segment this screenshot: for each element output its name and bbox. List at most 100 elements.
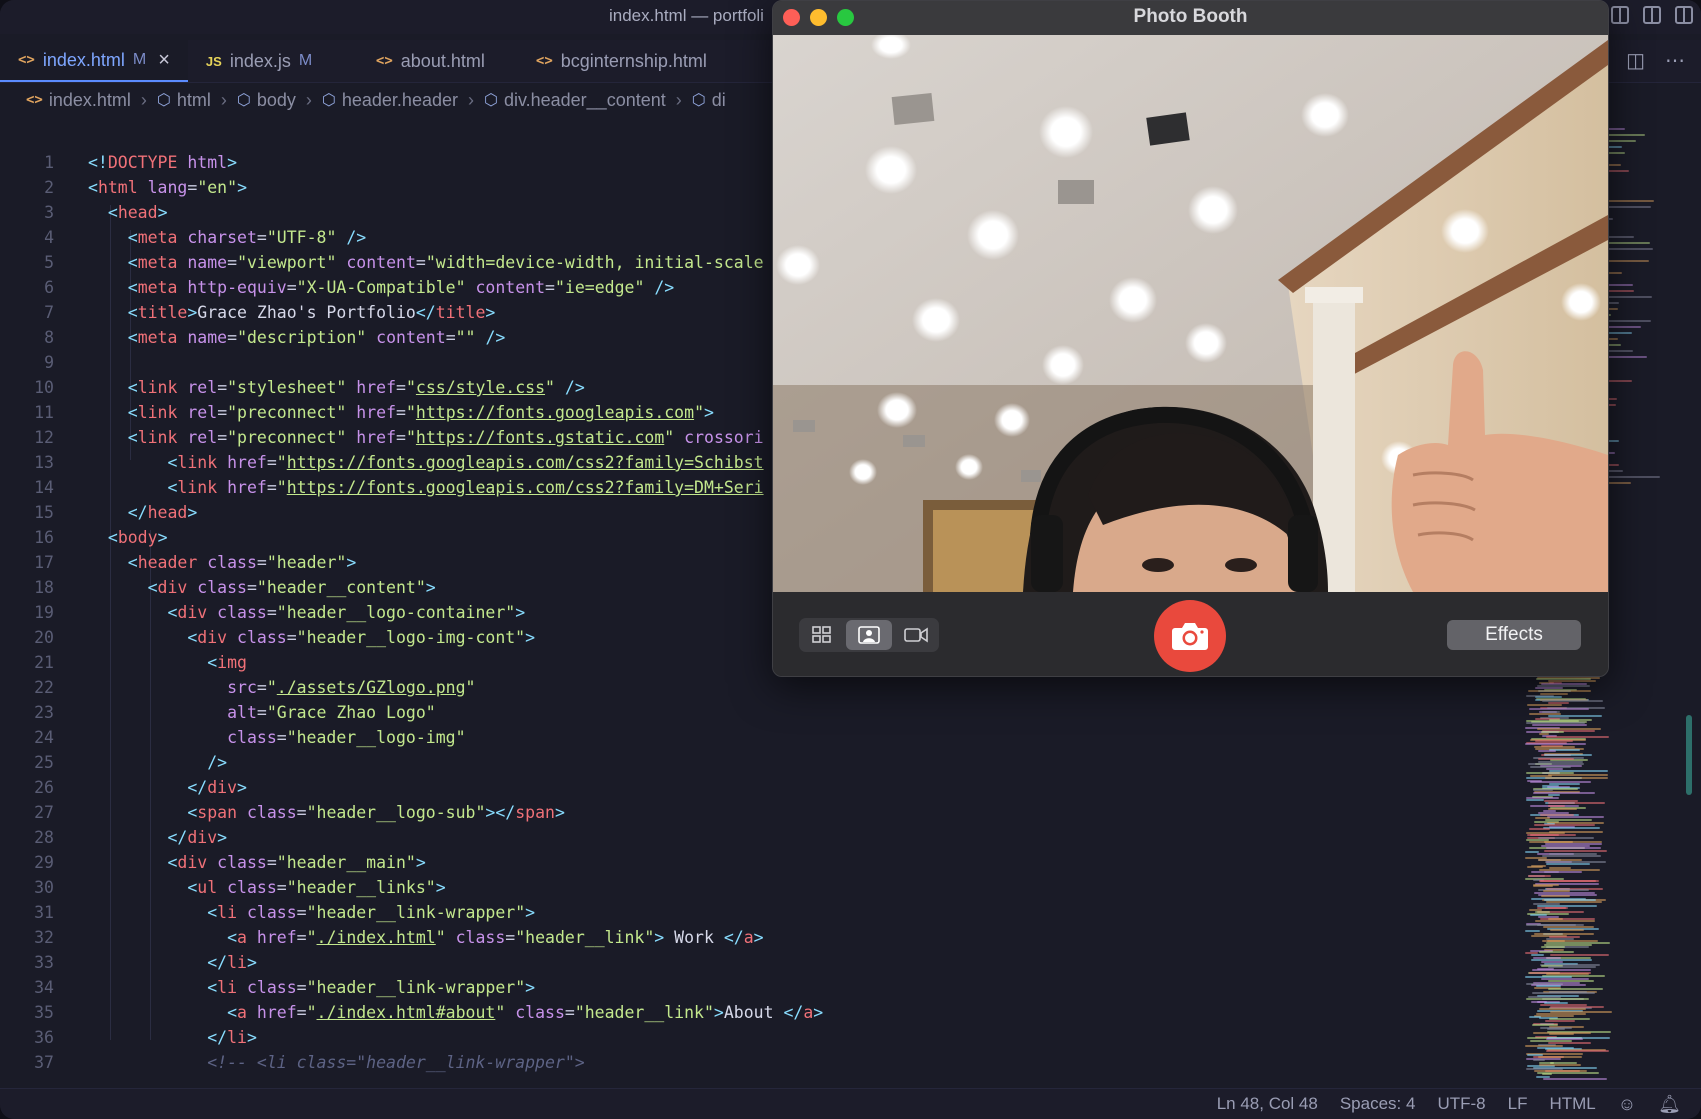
code-line[interactable]: 10 <link rel="stylesheet" href="css/styl… — [0, 375, 585, 400]
line-number: 17 — [34, 553, 54, 572]
code-line[interactable]: 32 <a href="./index.html" class="header_… — [0, 925, 763, 950]
grid-icon[interactable] — [799, 618, 844, 652]
minimap-line — [1542, 1077, 1607, 1080]
code-line[interactable]: 36 </li> — [0, 1025, 257, 1050]
code-line[interactable]: 35 <a href="./index.html#about" class="h… — [0, 1000, 823, 1025]
toggle-sidebar-icon[interactable] — [1643, 6, 1661, 24]
line-ending[interactable]: LF — [1508, 1094, 1528, 1114]
code-line[interactable]: 29 <div class="header__main"> — [0, 850, 426, 875]
code-line[interactable]: 9 — [0, 350, 88, 375]
code-line[interactable]: 27 <span class="header__logo-sub"></span… — [0, 800, 565, 825]
line-code: class="header__logo-img" — [227, 728, 466, 747]
minimap-line — [1531, 1023, 1558, 1026]
more-actions-icon[interactable]: ⋯ — [1665, 48, 1685, 73]
code-line[interactable]: 31 <li class="header__link-wrapper"> — [0, 900, 535, 925]
line-code: <ul class="header__links"> — [187, 878, 446, 897]
code-line[interactable]: 7 <title>Grace Zhao's Portfolio</title> — [0, 300, 495, 325]
window-title: index.html — portfoli — [609, 6, 764, 25]
tab-about-html[interactable]: <> about.html — [358, 40, 518, 82]
breadcrumb-item[interactable]: di — [712, 90, 726, 111]
code-line[interactable]: 25 /> — [0, 750, 227, 775]
code-line[interactable]: 16 <body> — [0, 525, 167, 550]
bell-icon[interactable]: 🔔︎ — [1658, 1094, 1681, 1115]
code-line[interactable]: 15 </head> — [0, 500, 197, 525]
minimap-line — [1528, 708, 1589, 711]
view-mode-selector — [799, 618, 939, 652]
code-line[interactable]: 24 class="header__logo-img" — [0, 725, 466, 750]
code-line[interactable]: 17 <header class="header"> — [0, 550, 356, 575]
minimap-line — [1532, 1058, 1546, 1061]
line-code: <html lang="en"> — [88, 178, 247, 197]
line-number: 26 — [34, 778, 54, 797]
line-code: <!-- <li class="header__link-wrapper"> — [207, 1053, 585, 1072]
tab-index-html[interactable]: <> index.html M × — [0, 40, 188, 82]
breadcrumb-item[interactable]: body — [257, 90, 296, 111]
code-line[interactable]: 33 </li> — [0, 950, 257, 975]
code-line[interactable]: 21 <img — [0, 650, 247, 675]
code-line[interactable]: 4 <meta charset="UTF-8" /> — [0, 225, 366, 250]
code-line[interactable]: 12 <link rel="preconnect" href="https://… — [0, 425, 764, 450]
code-line[interactable]: 14 <link href="https://fonts.googleapis.… — [0, 475, 763, 500]
code-line[interactable]: 1 <!DOCTYPE html> — [0, 150, 237, 175]
code-line[interactable]: 28 </div> — [0, 825, 227, 850]
feedback-icon[interactable]: ☺ — [1618, 1094, 1636, 1115]
language-mode[interactable]: HTML — [1549, 1094, 1595, 1114]
line-code: <div class="header__logo-img-cont"> — [187, 628, 536, 647]
code-line[interactable]: 22 src="./assets/GZlogo.png" — [0, 675, 475, 700]
code-line[interactable]: 19 <div class="header__logo-container"> — [0, 600, 525, 625]
scrollbar-thumb[interactable] — [1686, 715, 1692, 795]
line-number: 37 — [34, 1053, 54, 1072]
code-line[interactable]: 26 </div> — [0, 775, 247, 800]
split-editor-icon[interactable]: ◫ — [1626, 48, 1645, 73]
modified-indicator: M — [132, 51, 147, 68]
chevron-right-icon: › — [305, 89, 312, 110]
toggle-panel-icon[interactable] — [1611, 6, 1629, 24]
customize-layout-icon[interactable] — [1675, 6, 1693, 24]
code-line[interactable]: 20 <div class="header__logo-img-cont"> — [0, 625, 535, 650]
line-code: <header class="header"> — [127, 553, 357, 572]
cursor-position[interactable]: Ln 48, Col 48 — [1217, 1094, 1318, 1114]
line-number: 27 — [34, 803, 54, 822]
line-number: 18 — [34, 578, 54, 597]
minimap-line — [1531, 991, 1595, 994]
minimap-line — [1546, 862, 1591, 865]
line-number: 28 — [34, 828, 54, 847]
minimap-line — [1542, 855, 1601, 858]
element-icon: ⬡ — [236, 92, 251, 109]
line-code: <meta charset="UTF-8" /> — [127, 228, 367, 247]
indentation[interactable]: Spaces: 4 — [1340, 1094, 1416, 1114]
line-code: <img — [207, 653, 247, 672]
minimap-line — [1539, 1003, 1587, 1006]
breadcrumb-item[interactable]: header.header — [342, 90, 458, 111]
code-line[interactable]: 30 <ul class="header__links"> — [0, 875, 446, 900]
code-line[interactable]: 3 <head> — [0, 200, 167, 225]
encoding[interactable]: UTF-8 — [1437, 1094, 1485, 1114]
minimap-line — [1540, 895, 1570, 898]
code-line[interactable]: 5 <meta name="viewport" content="width=d… — [0, 250, 764, 275]
js-file-icon: JS — [205, 53, 222, 69]
code-line[interactable]: 18 <div class="header__content"> — [0, 575, 436, 600]
element-icon: ⬡ — [321, 92, 336, 109]
tab-index-js[interactable]: JS index.js M — [188, 40, 358, 82]
code-line[interactable]: 2 <html lang="en"> — [0, 175, 247, 200]
code-line[interactable]: 6 <meta http-equiv="X-UA-Compatible" con… — [0, 275, 674, 300]
close-icon[interactable]: × — [158, 49, 170, 72]
tab-bcginternship-html[interactable]: <> bcginternship.html — [518, 40, 725, 82]
shutter-button[interactable] — [1154, 600, 1226, 672]
code-line[interactable]: 11 <link rel="preconnect" href="https://… — [0, 400, 714, 425]
photo-booth-titlebar: Photo Booth — [773, 1, 1608, 35]
code-line[interactable]: 23 alt="Grace Zhao Logo" — [0, 700, 436, 725]
effects-button[interactable]: Effects — [1447, 620, 1581, 650]
breadcrumb-item[interactable]: index.html — [49, 90, 131, 111]
status-bar: Ln 48, Col 48 Spaces: 4 UTF-8 LF HTML ☺ … — [0, 1088, 1701, 1119]
code-line[interactable]: 34 <li class="header__link-wrapper"> — [0, 975, 535, 1000]
video-icon[interactable] — [894, 618, 939, 652]
portrait-icon[interactable] — [846, 620, 892, 650]
code-line[interactable]: 37 <!-- <li class="header__link-wrapper"… — [0, 1050, 585, 1075]
breadcrumb-item[interactable]: html — [177, 90, 211, 111]
line-code: <link href="https://fonts.googleapis.com… — [167, 453, 764, 472]
breadcrumb-item[interactable]: div.header__content — [504, 90, 666, 111]
code-line[interactable]: 8 <meta name="description" content="" /> — [0, 325, 505, 350]
code-line[interactable]: 13 <link href="https://fonts.googleapis.… — [0, 450, 764, 475]
minimap-line — [1525, 929, 1541, 932]
